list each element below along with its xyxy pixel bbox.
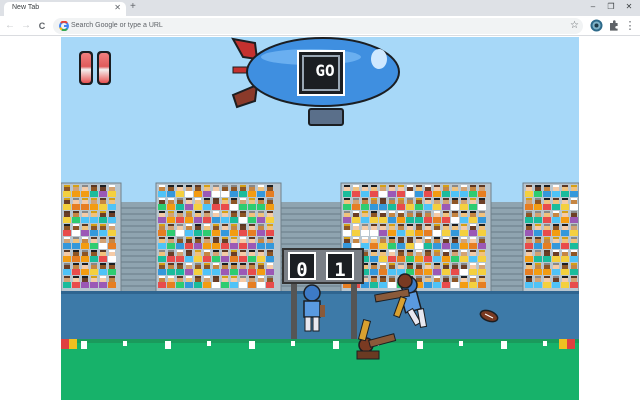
forward-button[interactable]: → (20, 19, 32, 33)
g-logo-icon (59, 21, 69, 31)
maximize-button[interactable]: ❐ (604, 1, 618, 13)
back-button[interactable]: ← (4, 19, 16, 33)
new-tab-button[interactable]: + (130, 1, 136, 13)
left-pylon (61, 339, 69, 349)
tab-strip: New Tab ✕ + – ❐ ✕ (0, 0, 640, 16)
right-pylon (559, 339, 567, 349)
minimize-button[interactable]: – (586, 1, 600, 13)
tab-title: New Tab (12, 4, 40, 11)
score-left: 0 (296, 259, 308, 281)
address-placeholder: Search Google or type a URL (71, 22, 163, 29)
blimp (231, 37, 400, 126)
close-window-button[interactable]: ✕ (622, 1, 636, 13)
address-bar[interactable]: Search Google or type a URL ☆ (53, 18, 583, 34)
blimp-go-sign: GO (315, 61, 335, 80)
game-canvas[interactable]: GO 0 1 (61, 37, 579, 400)
bookmark-star-icon[interactable]: ☆ (570, 19, 579, 33)
page-margin-left (0, 37, 61, 400)
reload-button[interactable]: C (36, 19, 48, 33)
menu-icon[interactable]: ⋮ (624, 19, 636, 33)
browser-toolbar: ← → C Search Google or type a URL ☆ ⋮ (0, 16, 640, 36)
game-scene (61, 37, 579, 400)
profile-icon[interactable] (590, 19, 603, 32)
scoreboard-post-left (291, 277, 297, 339)
extensions-icon[interactable] (607, 19, 620, 32)
tab-close-icon[interactable]: ✕ (114, 3, 121, 13)
tab-new-tab[interactable]: New Tab ✕ (4, 2, 126, 16)
page-margin-right (579, 37, 640, 400)
pause-hitbox[interactable] (79, 50, 113, 86)
score-right: 1 (334, 259, 346, 281)
scoreboard-post-right (351, 277, 357, 339)
